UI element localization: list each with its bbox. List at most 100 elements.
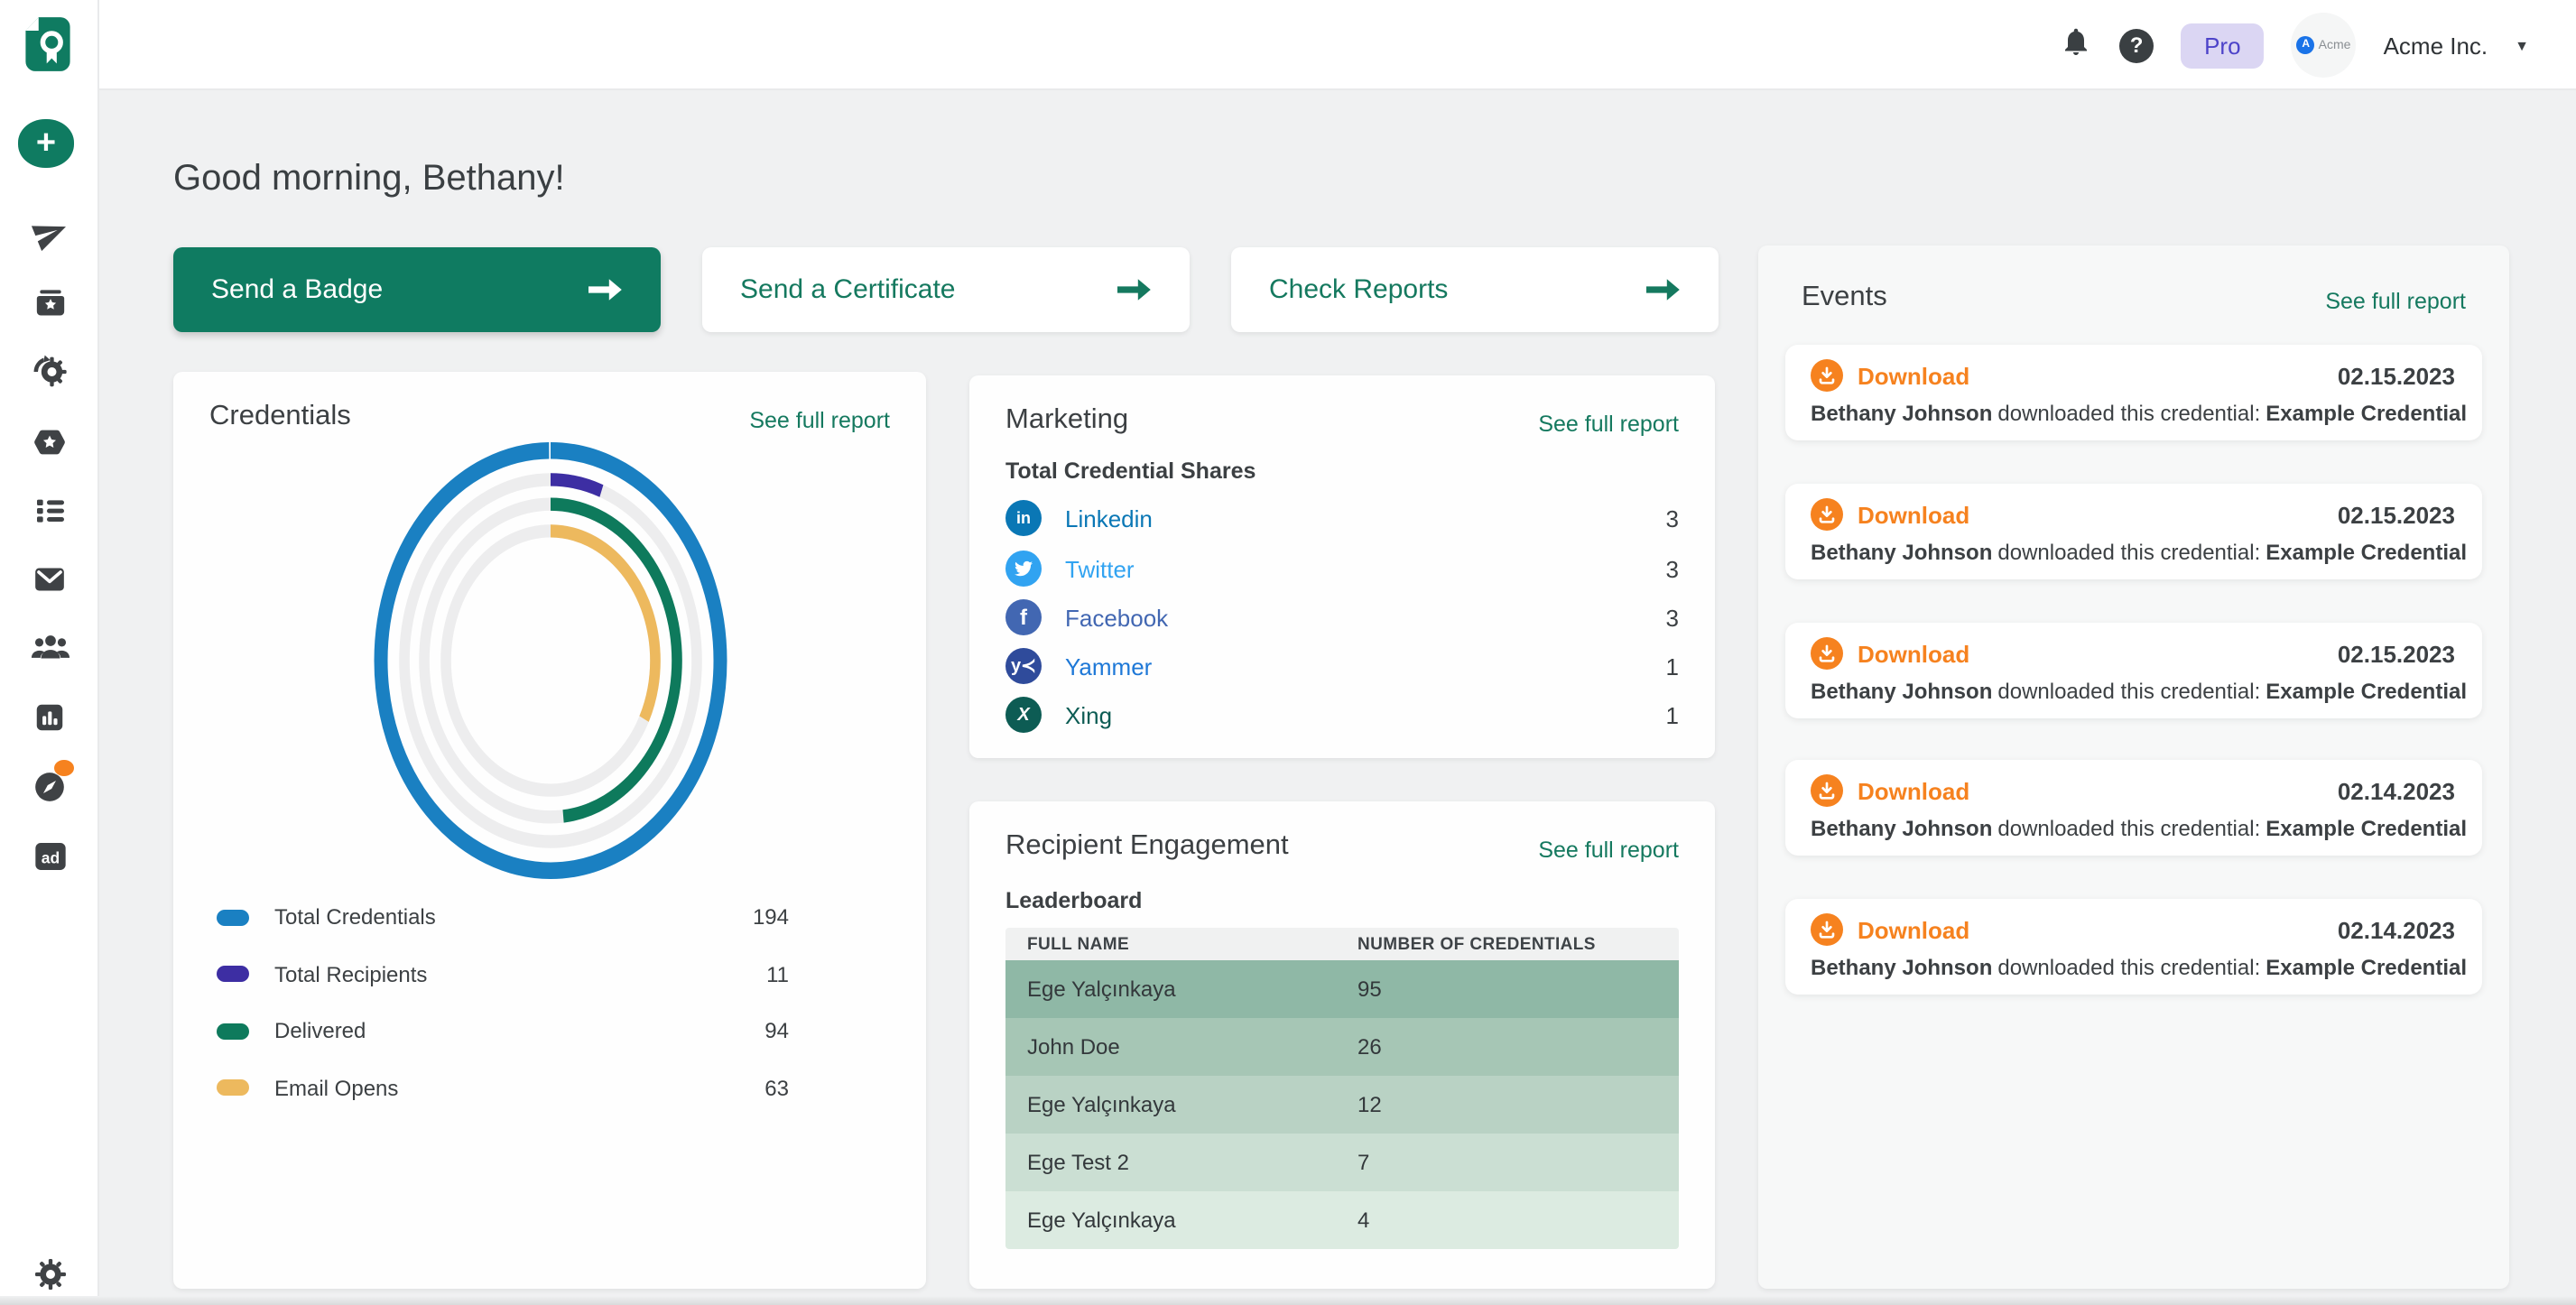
table-row: John Doe 26 (1005, 1018, 1679, 1076)
event-item: Download 02.14.2023 Bethany Johnsondownl… (1785, 760, 2482, 856)
facebook-link[interactable]: Facebook (1065, 604, 1168, 631)
legend-swatch (217, 966, 249, 982)
share-row-yammer: y≺ Yammer 1 (1005, 641, 1679, 691)
twitter-link[interactable]: Twitter (1065, 555, 1135, 582)
event-action: Download (1858, 916, 1969, 943)
facebook-icon: f (1005, 599, 1042, 635)
topbar: ? Pro A Acme Acme Inc. ▼ (99, 0, 2576, 90)
org-avatar[interactable]: A Acme (2292, 13, 2357, 78)
event-description: Bethany Johnsondownloaded this credentia… (1811, 816, 2472, 841)
legend-item: Email Opens 63 (217, 1069, 789, 1106)
twitter-icon (1005, 551, 1042, 587)
org-name[interactable]: Acme Inc. (2384, 32, 2488, 59)
event-item: Download 02.15.2023 Bethany Johnsondownl… (1785, 345, 2482, 440)
bar-chart-icon[interactable] (0, 700, 99, 735)
arrow-right-icon (1645, 278, 1681, 301)
legend-item: Total Credentials 194 (217, 899, 789, 935)
leaderboard-table: FULL NAME NUMBER OF CREDENTIALS Ege Yalç… (1005, 928, 1679, 1249)
check-reports-button[interactable]: Check Reports (1231, 247, 1719, 332)
caret-down-icon[interactable]: ▼ (2515, 37, 2529, 53)
create-plus-button[interactable]: + (18, 119, 74, 168)
engagement-title: Recipient Engagement (1005, 830, 1289, 863)
gear-sync-icon[interactable] (0, 354, 99, 390)
download-icon (1811, 913, 1843, 946)
leaderboard-header: FULL NAME NUMBER OF CREDENTIALS (1005, 928, 1679, 960)
xing-icon: X (1005, 697, 1042, 733)
hexagon-star-icon[interactable] (0, 424, 99, 460)
legend-swatch (217, 909, 249, 925)
settings-gear-icon[interactable] (0, 1256, 99, 1292)
bottom-edge (0, 1296, 2576, 1305)
event-description: Bethany Johnsondownloaded this credentia… (1811, 955, 2472, 980)
download-icon (1811, 774, 1843, 807)
legend-item: Delivered 94 (217, 1013, 789, 1049)
share-row-linkedin: in Linkedin 3 (1005, 493, 1679, 543)
event-description: Bethany Johnsondownloaded this credentia… (1811, 679, 2472, 704)
leaderboard-subtitle: Leaderboard (1005, 888, 1142, 913)
table-row: Ege Test 2 7 (1005, 1134, 1679, 1191)
credentials-ring-chart (361, 426, 740, 895)
arrow-right-icon (1116, 278, 1152, 301)
people-icon[interactable] (0, 632, 99, 662)
svg-text:ad: ad (41, 849, 59, 867)
share-row-facebook: f Facebook 3 (1005, 592, 1679, 643)
event-date: 02.14.2023 (2338, 778, 2455, 805)
marketing-title: Marketing (1005, 404, 1128, 437)
event-item: Download 02.14.2023 Bethany Johnsondownl… (1785, 899, 2482, 995)
legend-item: Total Recipients 11 (217, 956, 789, 992)
event-date: 02.15.2023 (2338, 363, 2455, 390)
inbox-star-icon[interactable] (0, 285, 99, 321)
event-date: 02.14.2023 (2338, 917, 2455, 944)
event-description: Bethany Johnsondownloaded this credentia… (1811, 540, 2472, 565)
engagement-report-link[interactable]: See full report (1538, 838, 1679, 863)
dashboard-page: + (0, 0, 2576, 1305)
yammer-link[interactable]: Yammer (1065, 652, 1152, 680)
event-item: Download 02.15.2023 Bethany Johnsondownl… (1785, 484, 2482, 579)
event-description: Bethany Johnsondownloaded this credentia… (1811, 401, 2472, 426)
send-badge-button[interactable]: Send a Badge (173, 247, 661, 332)
events-title: Events (1802, 282, 1887, 314)
bell-icon[interactable] (2060, 23, 2092, 68)
engagement-card: Recipient Engagement See full report Lea… (969, 801, 1715, 1289)
events-report-link[interactable]: See full report (2325, 289, 2466, 314)
send-icon[interactable] (0, 215, 99, 251)
notification-dot (54, 760, 74, 776)
send-certificate-button[interactable]: Send a Certificate (702, 247, 1190, 332)
table-row: Ege Yalçınkaya 12 (1005, 1076, 1679, 1134)
event-date: 02.15.2023 (2338, 502, 2455, 529)
credentials-legend: Total Credentials 194 Total Recipients 1… (217, 899, 789, 1126)
download-icon (1811, 359, 1843, 392)
marketing-report-link[interactable]: See full report (1538, 412, 1679, 437)
yammer-icon: y≺ (1005, 648, 1042, 684)
table-row: Ege Yalçınkaya 4 (1005, 1191, 1679, 1249)
download-icon (1811, 637, 1843, 670)
event-action: Download (1858, 777, 1969, 804)
download-icon (1811, 498, 1843, 531)
app-logo-icon[interactable] (23, 16, 72, 81)
help-icon[interactable]: ? (2119, 28, 2154, 62)
page-greeting: Good morning, Bethany! (173, 159, 565, 200)
xing-link[interactable]: Xing (1065, 701, 1112, 728)
share-row-xing: X Xing 1 (1005, 690, 1679, 740)
event-action: Download (1858, 362, 1969, 389)
legend-swatch (217, 1079, 249, 1096)
linkedin-icon: in (1005, 500, 1042, 536)
avatar-logo-icon: A (2297, 36, 2315, 54)
event-action: Download (1858, 640, 1969, 667)
sidebar: + (0, 0, 99, 1305)
credentials-card: Credentials See full report Total Creden… (173, 372, 926, 1289)
credentials-report-link[interactable]: See full report (749, 408, 890, 433)
event-action: Download (1858, 501, 1969, 528)
marketing-card: Marketing See full report Total Credenti… (969, 375, 1715, 758)
legend-swatch (217, 1023, 249, 1039)
event-date: 02.15.2023 (2338, 641, 2455, 668)
event-item: Download 02.15.2023 Bethany Johnsondownl… (1785, 623, 2482, 718)
marketing-subtitle: Total Credential Shares (1005, 458, 1256, 484)
events-card: Events See full report Download 02.15.20… (1758, 245, 2509, 1289)
linkedin-link[interactable]: Linkedin (1065, 504, 1153, 532)
ad-icon[interactable]: ad (0, 839, 99, 874)
list-icon[interactable] (0, 493, 99, 529)
plan-badge[interactable]: Pro (2181, 23, 2264, 68)
envelope-icon[interactable] (0, 561, 99, 597)
compass-icon[interactable] (0, 769, 99, 805)
